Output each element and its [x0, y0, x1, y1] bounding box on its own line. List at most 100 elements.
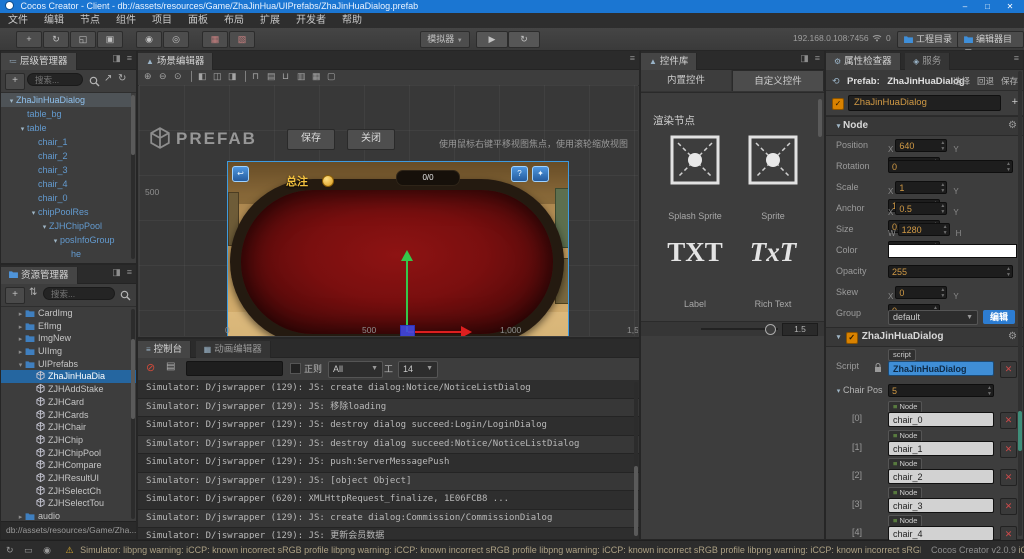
node-ref-field[interactable]: chair_4 [888, 526, 994, 541]
tree-arrow-icon[interactable]: ▾ [18, 123, 27, 135]
chair-pos-count-field[interactable]: 5▲▼ [888, 384, 994, 397]
tree-node-chair_1[interactable]: chair_1 [1, 135, 131, 149]
asset-item-ZJHCard[interactable]: ZJHCard [1, 396, 136, 409]
color-swatch[interactable] [888, 244, 1017, 258]
tree-arrow-icon[interactable]: ▾ [29, 207, 38, 219]
tab-assets[interactable]: 资源管理器 [1, 267, 78, 284]
tree-arrow-icon[interactable]: ▸ [16, 334, 25, 345]
align-bottom-icon[interactable]: ⊔ [282, 71, 289, 82]
toolbar-gizmo-toggle-a[interactable]: ▦ [202, 31, 228, 48]
asset-item-ZJHChair[interactable]: ZJHChair [1, 421, 136, 434]
asset-item-ZJHChipPool[interactable]: ZJHChipPool [1, 447, 136, 460]
tree-node-ZhaJinHuaDialog[interactable]: ▾ZhaJinHuaDialog [1, 93, 131, 107]
tab-custom-controls[interactable]: 自定义控件 [732, 70, 824, 91]
align-right-icon[interactable]: ◨ [228, 71, 237, 82]
tree-node-table_bg[interactable]: table_bg [1, 107, 131, 121]
console-log-row[interactable]: Simulator: D/jswrapper (620): XMLHttpReq… [138, 491, 639, 510]
console-log-row[interactable]: Simulator: D/jswrapper (129): JS: push:S… [138, 454, 639, 473]
game-canvas[interactable]: 0/0 总注 ↩ ? ✦ [227, 161, 569, 336]
tab-hierarchy[interactable]: ≔层级管理器 [1, 53, 77, 70]
slider-thumb[interactable] [765, 324, 776, 335]
node-section-header[interactable]: ▾Node ⚙ [826, 116, 1023, 136]
distribute-h-icon[interactable]: ▥ [297, 71, 306, 82]
prop-value-field[interactable]: 0.5▲▼ [895, 202, 947, 215]
toolbar-rect-tool[interactable]: ▣ [97, 31, 123, 48]
help-button[interactable]: ? [511, 166, 528, 182]
tree-node-he[interactable]: he [1, 247, 131, 261]
align-top-icon[interactable]: ⊓ [252, 71, 259, 82]
prefab-action-回退[interactable]: 回退 [977, 76, 994, 86]
component-enabled-checkbox[interactable]: ✓ [846, 332, 858, 344]
console-filter-input[interactable] [186, 361, 283, 376]
library-item-splash-sprite[interactable]: Splash Sprite [659, 135, 731, 221]
prefab-action-选择[interactable]: 选择 [953, 76, 970, 86]
regex-checkbox[interactable] [290, 363, 301, 374]
node-ref-field[interactable]: chair_1 [888, 441, 994, 456]
library-item-sprite[interactable]: Sprite [737, 135, 809, 221]
clear-console-button[interactable]: ⊘ [146, 361, 155, 374]
prop-value-field[interactable]: 0▲▼ [888, 160, 1013, 173]
font-size-dropdown[interactable]: 14▼ [398, 361, 438, 378]
group-edit-button[interactable]: 编辑 [983, 310, 1015, 324]
tree-node-chipPoolRes[interactable]: ▾chipPoolRes [1, 205, 131, 219]
tab-animation-editor[interactable]: ▦动画编辑器 [196, 341, 271, 358]
asset-item-ImgNew[interactable]: ▸ImgNew [1, 332, 136, 345]
library-item-rich-text[interactable]: TxTRich Text [737, 223, 809, 309]
dock-icon[interactable]: ◨ [112, 53, 121, 63]
gizmo-y-arrowhead[interactable] [401, 250, 413, 261]
locate-icon[interactable]: ↗ [104, 73, 112, 84]
node-active-checkbox[interactable]: ✓ [832, 98, 844, 110]
remove-element-button[interactable]: ✕ [1000, 498, 1017, 515]
toolbar-move-tool[interactable]: + [16, 31, 42, 48]
play-button[interactable]: ▶ [476, 31, 508, 48]
sort-icon[interactable]: ⇅ [29, 287, 37, 298]
export-log-button[interactable]: ▤ [166, 361, 175, 372]
gear-icon[interactable]: ⚙ [1008, 117, 1017, 135]
dock-icon[interactable]: ◨ [112, 267, 121, 277]
toolbar-rotate-tool[interactable]: ↻ [43, 31, 69, 48]
tree-node-posInfoGroup[interactable]: ▾posInfoGroup [1, 233, 131, 247]
tree-arrow-icon[interactable]: ▾ [7, 95, 16, 107]
library-zoom-slider[interactable]: 1.5 [641, 321, 824, 336]
tab-service[interactable]: ◈服务 [905, 53, 950, 70]
prop-value-field[interactable]: 255▲▼ [888, 265, 1013, 278]
create-asset-button[interactable]: + [5, 287, 25, 304]
asset-item-UIPrefabs[interactable]: ▾UIPrefabs [1, 358, 136, 371]
maximize-button[interactable]: □ [977, 0, 997, 13]
refresh-icon[interactable]: ↻ [6, 545, 14, 555]
tree-node-chair_3[interactable]: chair_3 [1, 163, 131, 177]
library-item-label[interactable]: TXTLabel [659, 223, 731, 309]
zoom-reset-icon[interactable]: ⊙ [174, 71, 182, 82]
eye-icon[interactable]: ◉ [43, 545, 51, 555]
remove-script-button[interactable]: ✕ [1000, 361, 1017, 378]
save-button[interactable]: 保存 [287, 129, 335, 150]
remove-element-button[interactable]: ✕ [1000, 441, 1017, 458]
panel-menu-icon[interactable]: ≡ [127, 267, 132, 277]
console-log-row[interactable]: Simulator: D/jswrapper (129): JS: 移除load… [138, 399, 639, 418]
prop-value-field[interactable]: 1▲▼ [895, 181, 947, 194]
asset-item-UIImg[interactable]: ▸UIImg [1, 345, 136, 358]
console-log-row[interactable]: Simulator: D/jswrapper (129): JS: create… [138, 380, 639, 399]
asset-item-CardImg[interactable]: ▸CardImg [1, 307, 136, 320]
menu-节点[interactable]: 节点 [72, 13, 108, 28]
tree-arrow-icon[interactable]: ▾ [51, 235, 60, 247]
zoom-out-icon[interactable]: ⊖ [159, 71, 167, 82]
asset-item-ZJHCards[interactable]: ZJHCards [1, 409, 136, 422]
tab-console[interactable]: ≡控制台 [138, 341, 191, 358]
menu-扩展[interactable]: 扩展 [252, 13, 288, 28]
align-left-icon[interactable]: ◧ [198, 71, 207, 82]
console-log-row[interactable]: Simulator: D/jswrapper (129): JS: 更新会员数据 [138, 528, 639, 539]
project-dir-button[interactable]: 工程目录 [897, 31, 959, 48]
tree-node-chair_2[interactable]: chair_2 [1, 149, 131, 163]
close-button[interactable]: ✕ [1000, 0, 1020, 13]
search-icon[interactable] [89, 74, 100, 92]
group-dropdown[interactable]: default▼ [888, 310, 978, 325]
asset-item-EfImg[interactable]: ▸EfImg [1, 320, 136, 333]
asset-item-ZJHResultUI[interactable]: ZJHResultUI [1, 472, 136, 485]
align-middle-icon[interactable]: ▤ [267, 71, 276, 82]
tree-arrow-icon[interactable]: ▸ [16, 309, 25, 320]
node-ref-field[interactable]: chair_2 [888, 469, 994, 484]
tree-node-chair_4[interactable]: chair_4 [1, 177, 131, 191]
hierarchy-search-input[interactable]: 搜索... [27, 73, 83, 86]
toolbar-scale-tool[interactable]: ◱ [70, 31, 96, 48]
